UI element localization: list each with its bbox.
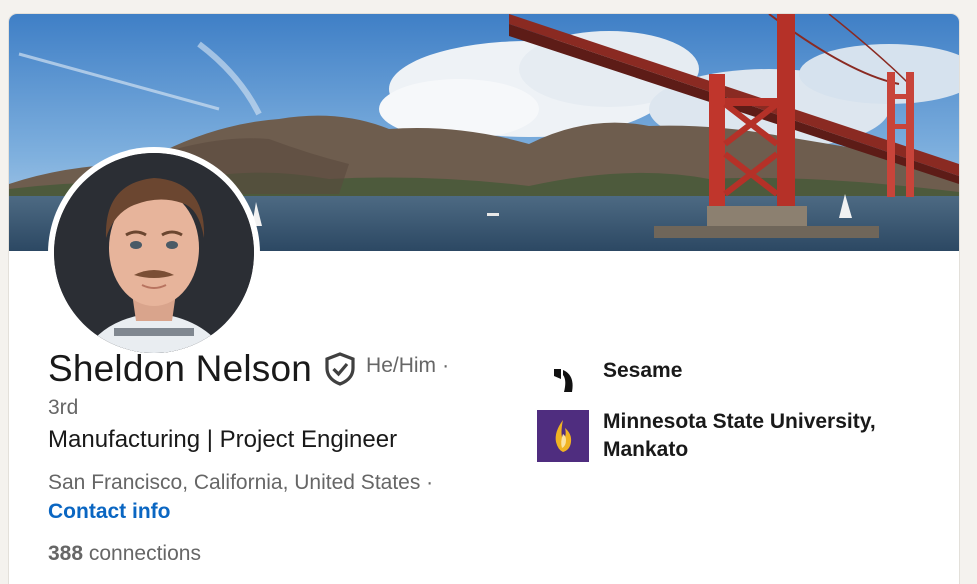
verified-shield-icon[interactable] bbox=[324, 352, 356, 386]
sesame-logo-icon bbox=[537, 354, 589, 406]
profile-photo[interactable] bbox=[54, 153, 254, 353]
school-name: Minnesota State University, Mankato bbox=[603, 410, 876, 461]
profile-headline: Manufacturing | Project Engineer bbox=[48, 426, 398, 453]
connections-number: 388 bbox=[48, 542, 84, 565]
profile-photo-frame[interactable] bbox=[48, 147, 260, 359]
profile-card: Sheldon Nelson He/Him · 3rd Manufacturin… bbox=[9, 14, 959, 584]
contact-info-link[interactable]: Contact info bbox=[48, 500, 170, 524]
company-name: Sesame bbox=[603, 359, 683, 382]
profile-name-row: Sheldon Nelson He/Him · bbox=[48, 348, 449, 390]
profile-location: San Francisco, California, United States… bbox=[48, 471, 434, 494]
pronouns-separator: · bbox=[442, 354, 450, 377]
connections-count[interactable]: 388 connections bbox=[48, 542, 201, 566]
current-company-sesame[interactable]: Sesame bbox=[537, 354, 903, 406]
connections-label: connections bbox=[83, 542, 201, 565]
connection-degree: 3rd bbox=[48, 396, 79, 419]
education-minnesota-state[interactable]: Minnesota State University, Mankato bbox=[537, 410, 903, 464]
minnesota-state-flame-icon bbox=[537, 410, 589, 462]
profile-pronouns: He/Him bbox=[366, 354, 437, 377]
profile-name: Sheldon Nelson bbox=[48, 348, 313, 389]
